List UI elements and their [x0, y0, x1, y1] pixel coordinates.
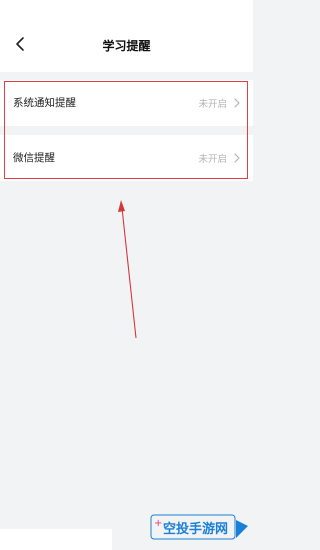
- svg-text:+: +: [154, 518, 162, 529]
- page-title: 学习提醒: [102, 39, 151, 53]
- setting-row-wechat[interactable]: 微信提醒 未开启: [0, 135, 253, 181]
- svg-text:空投手游网: 空投手游网: [163, 521, 228, 537]
- header-bar: 学习提醒: [0, 0, 253, 72]
- setting-label: 系统通知提醒: [13, 97, 76, 109]
- chevron-right-icon: [234, 153, 240, 163]
- setting-status: 未开启: [198, 99, 227, 110]
- setting-label: 微信提醒: [13, 152, 55, 164]
- chevron-right-icon: [234, 98, 240, 108]
- annotation-arrow: [118, 200, 137, 339]
- setting-status: 未开启: [198, 154, 227, 165]
- bottom-bar: [0, 529, 112, 550]
- setting-row-system-notification[interactable]: 系统通知提醒 未开启: [0, 80, 253, 126]
- settings-list: 系统通知提醒 未开启 微信提醒 未开启: [0, 72, 253, 181]
- watermark-logo: + 空投手游网: [150, 514, 248, 540]
